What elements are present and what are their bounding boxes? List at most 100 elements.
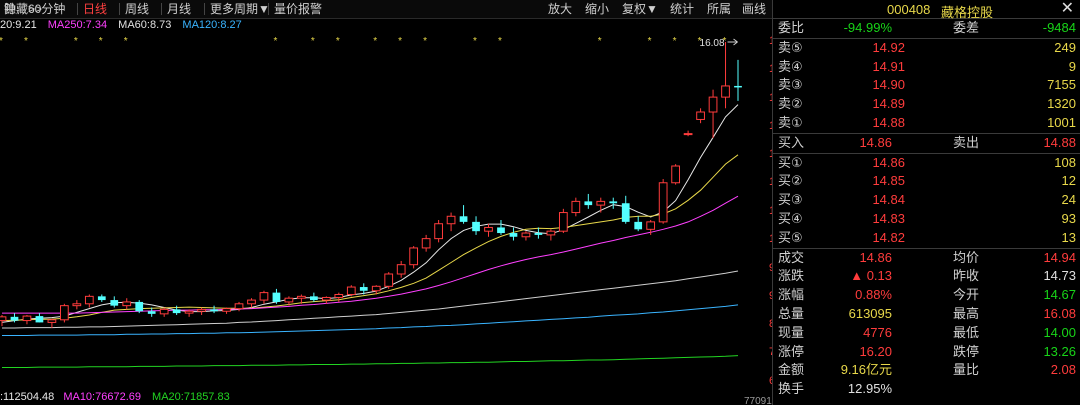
ma-line-ma120 [2,304,739,336]
candle-body [658,182,668,223]
candle-body [346,286,356,295]
tool-0[interactable]: 放大 [544,0,576,18]
level-price: 14.85 [872,173,905,189]
stat-v2: 13.26 [1043,343,1076,359]
toolbar-separator [268,3,269,15]
signal-star: * [124,36,128,47]
candle-body [434,223,443,240]
signal-star: * [24,36,28,47]
level-label: 买③ [778,192,803,208]
stat-l2: 最低 [953,324,980,340]
stat-v1: 12.95% [847,381,892,397]
buyin-label: 买入 [778,134,805,150]
candlestick-chart[interactable]: ******************16.08 [0,19,772,405]
candle-body [72,303,82,307]
level-label: 卖③ [778,77,803,93]
tool-4[interactable]: 所属 [703,0,735,18]
stats-row: 换手 12.95% [773,380,1080,399]
candle-body [371,285,381,292]
stat-v1: 9.16亿元 [840,362,892,378]
stat-l1: 涨停 [778,343,805,359]
stat-v1: 613095 [848,305,892,321]
weicha-value: -9484 [1042,20,1076,35]
candle-body [621,203,630,222]
candle-body [135,301,144,312]
high-marker-label: 16.08 [700,38,725,49]
stat-v2: 16.08 [1043,305,1076,321]
stat-l1: 成交 [778,249,805,265]
stats-row: 涨幅 0.88% 今开 14.67 [773,286,1080,305]
candle-body [421,238,431,249]
level-label: 买① [778,154,803,170]
candle-body [534,233,543,235]
toolbar-separator [119,3,120,15]
stat-v2: 2.08 [1050,362,1076,378]
signal-star: * [498,36,502,47]
quote-header: 000408 藏格控股 ✕ [773,0,1080,20]
level-volume: 249 [1054,39,1076,55]
ask-row: 卖⑤ 14.92 249 [773,39,1080,58]
level-label: 卖④ [778,58,803,74]
candle-body [0,316,7,322]
tool-3[interactable]: 统计 [666,0,698,18]
candle-body [546,230,556,236]
candle-body [558,212,568,232]
tab-4[interactable]: 月线 [163,0,195,18]
ask-row: 卖④ 14.91 9 [773,58,1080,77]
candle-body [484,226,493,232]
candle-body [309,296,318,301]
candle-body [708,96,718,113]
tab-6[interactable]: 量价报警 [270,0,326,18]
stats-row: 金额 9.16亿元 量比 2.08 [773,361,1080,380]
level-price: 14.86 [872,154,905,170]
weibi-value: -94.99% [843,20,892,35]
stock-code: 000408 [887,2,931,17]
signal-star: * [99,36,103,47]
ma-line-ma60 [2,270,739,329]
weibi-row: 委比 -94.99% 委差 -9484 [773,19,1080,38]
level-label: 卖② [778,96,803,112]
stat-l1: 现量 [778,324,805,340]
ask-row: 卖① 14.88 1001 [773,114,1080,133]
ma-line-ma10 [1,154,739,322]
candle-body [683,133,693,136]
candle-body [472,221,480,232]
candle-body [509,233,518,237]
signal-star: * [336,36,340,47]
bid-book: 买① 14.86 108 买② 14.85 12 买③ 14.84 24 买④ 14.83 93 买⑤ 1… [773,154,1080,248]
tab-5[interactable]: 更多周期▼ [206,0,274,18]
tab-2[interactable]: 日线 [79,0,111,18]
stat-v2: 14.00 [1043,324,1076,340]
level-volume: 7155 [1047,77,1076,93]
stat-v1: ▲ 0.13 [850,268,892,284]
close-icon[interactable]: ✕ [1061,0,1074,18]
stats-table: 成交 14.86 均价 14.94 涨跌 ▲ 0.13 昨收 14.73 涨幅 0.88% 今开 14… [773,249,1080,399]
stat-l1: 换手 [778,381,805,397]
level-label: 买④ [778,210,803,226]
sellout-value: 14.88 [1043,134,1076,150]
candle-body [234,303,244,310]
tab-3[interactable]: 周线 [121,0,153,18]
candle-body [197,308,206,312]
level-volume: 9 [1068,58,1076,74]
signal-star: * [311,36,315,47]
volume-axis-label: 77091 [744,397,772,405]
candle-body [334,293,344,298]
quote-panel: 000408 藏格控股 ✕ 委比 -94.99% 委差 -9484 卖⑤ 14.9… [772,0,1080,405]
candle-body [284,297,294,303]
stat-v2: 14.94 [1043,249,1076,265]
candle-body [122,301,132,307]
level-volume: 93 [1061,210,1076,226]
candle-body [446,215,456,225]
stat-v2: 14.67 [1043,287,1076,303]
tool-6[interactable]: 隐藏>> [0,0,46,18]
buyin-value: 14.86 [859,134,892,150]
candle-body [222,308,231,312]
candle-body [47,319,57,323]
stats-row: 涨停 16.20 跌停 13.26 [773,343,1080,362]
tool-2[interactable]: 复权▼ [618,0,662,18]
tool-1[interactable]: 缩小 [581,0,613,18]
ask-book: 卖⑤ 14.92 249 卖④ 14.91 9 卖③ 14.90 7155 卖② 14.89 1320… [773,39,1080,133]
tool-5[interactable]: 画线 [738,0,770,18]
candle-body [110,300,119,306]
